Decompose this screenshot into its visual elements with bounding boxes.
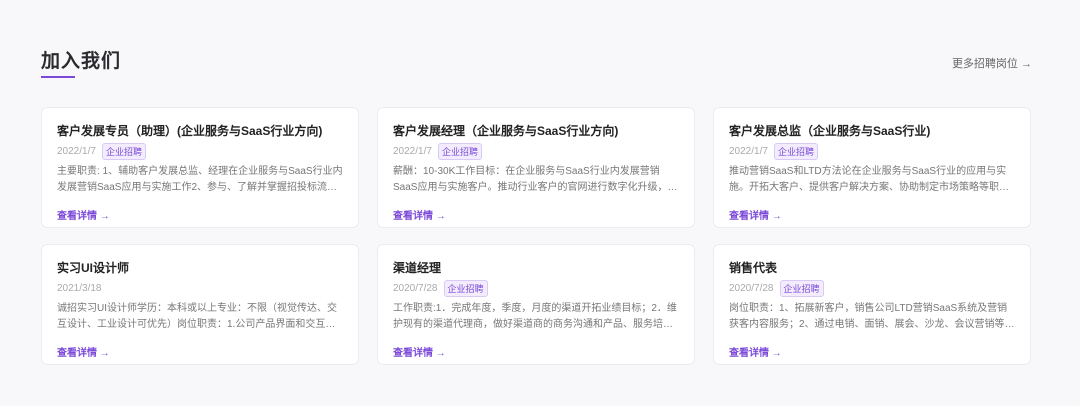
view-details-link[interactable]: 查看详情 →	[57, 344, 110, 359]
job-grid: 客户发展专员（助理）(企业服务与SaaS行业方向) 2022/1/7 企业招聘 …	[41, 107, 1031, 365]
job-date: 2022/1/7	[393, 145, 432, 157]
job-meta: 2022/1/7 企业招聘	[57, 142, 343, 160]
job-title: 客户发展总监（企业服务与SaaS行业)	[729, 124, 931, 138]
job-description: 主要职责: 1、辅助客户发展总监、经理在企业服务与SaaS行业内发展营销SaaS…	[57, 166, 343, 193]
job-card[interactable]: 客户发展专员（助理）(企业服务与SaaS行业方向) 2022/1/7 企业招聘 …	[41, 107, 359, 228]
job-card[interactable]: 客户发展经理（企业服务与SaaS行业方向) 2022/1/7 企业招聘 薪酬：1…	[377, 107, 695, 228]
job-description: 诚招实习UI设计师学历：本科或以上专业：不限（视觉传达、交互设计、工业设计可优先…	[57, 303, 337, 330]
job-date: 2022/1/7	[729, 145, 768, 157]
job-description: 推动营销SaaS和LTD方法论在企业服务与SaaS行业的应用与实施。开拓大客户、…	[729, 166, 1007, 193]
job-description: 薪酬：10-30K工作目标：在企业服务与SaaS行业内发展营销SaaS应用与实施…	[393, 166, 678, 193]
view-details-link[interactable]: 查看详情 →	[393, 207, 446, 222]
view-details-link[interactable]: 查看详情 →	[57, 207, 110, 222]
job-meta: 2020/7/28 企业招聘	[393, 279, 679, 297]
job-tag: 企业招聘	[437, 142, 482, 160]
job-title: 实习UI设计师	[57, 261, 130, 275]
more-jobs-link[interactable]: 更多招聘岗位 →	[952, 55, 1032, 71]
job-tag: 企业招聘	[779, 279, 824, 297]
view-details-link[interactable]: 查看详情 →	[393, 344, 446, 359]
title-underline	[41, 76, 75, 78]
job-card[interactable]: 销售代表 2020/7/28 企业招聘 岗位职责：1、拓展新客户，销售公司LTD…	[713, 244, 1031, 365]
view-details-link[interactable]: 查看详情 →	[729, 344, 782, 359]
job-title: 渠道经理	[393, 261, 442, 275]
job-card[interactable]: 客户发展总监（企业服务与SaaS行业) 2022/1/7 企业招聘 推动营销Sa…	[713, 107, 1031, 228]
job-title: 客户发展经理（企业服务与SaaS行业方向)	[393, 124, 619, 138]
job-card[interactable]: 实习UI设计师 2021/3/18 诚招实习UI设计师学历：本科或以上专业：不限…	[41, 244, 359, 365]
job-title: 客户发展专员（助理）(企业服务与SaaS行业方向)	[57, 124, 323, 138]
job-date: 2020/7/28	[393, 282, 438, 294]
job-meta: 2022/1/7 企业招聘	[393, 142, 679, 160]
job-tag: 企业招聘	[773, 142, 818, 160]
page-title: 加入我们	[41, 51, 122, 72]
job-tag: 企业招聘	[101, 142, 146, 160]
job-meta: 2022/1/7 企业招聘	[729, 142, 1015, 160]
job-date: 2022/1/7	[57, 145, 96, 157]
job-card[interactable]: 渠道经理 2020/7/28 企业招聘 工作职责:1．完成年度，季度，月度的渠道…	[377, 244, 695, 365]
view-details-link[interactable]: 查看详情 →	[729, 207, 782, 222]
job-date: 2020/7/28	[729, 282, 774, 294]
job-description: 工作职责:1．完成年度，季度，月度的渠道开拓业绩目标；2．维护现有的渠道代理商，…	[393, 303, 677, 330]
job-meta: 2020/7/28 企业招聘	[729, 279, 1015, 297]
job-description: 岗位职责：1、拓展新客户，销售公司LTD营销SaaS系统及营销获客内容服务；2、…	[729, 303, 1015, 330]
job-tag: 企业招聘	[443, 279, 488, 297]
job-date: 2021/3/18	[57, 282, 102, 294]
job-title: 销售代表	[729, 261, 778, 275]
job-meta: 2021/3/18	[57, 280, 343, 296]
